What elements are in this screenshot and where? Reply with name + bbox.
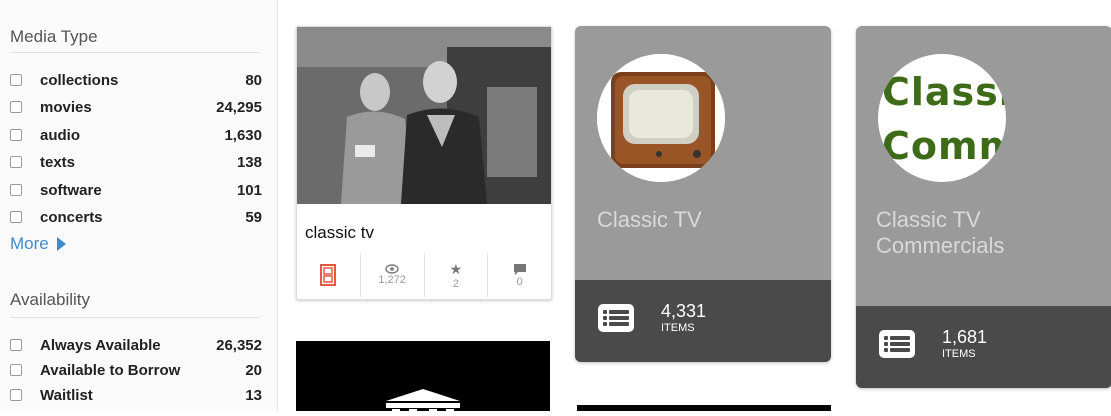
film-icon — [320, 264, 337, 286]
more-label: More — [10, 234, 49, 253]
reviews-count: 0 — [516, 275, 523, 288]
archive-building-icon — [386, 389, 460, 411]
checkbox[interactable] — [10, 364, 22, 376]
collection-title-line1: Classic TV — [876, 207, 981, 232]
collection-avatar — [597, 54, 725, 182]
collection-title[interactable]: Classic TV — [597, 207, 702, 233]
facet-label: collections — [40, 71, 119, 89]
facet-label: software — [40, 181, 102, 199]
item-stats: 1,272 ★ 2 0 — [297, 253, 551, 297]
facet-item-software[interactable]: software 101 — [10, 179, 262, 201]
item-thumbnail[interactable] — [297, 27, 551, 204]
television-image — [597, 54, 725, 182]
reviews-stat: 0 — [487, 253, 551, 297]
facet-item-movies[interactable]: movies 24,295 — [10, 96, 262, 118]
items-label: ITEMS — [942, 348, 976, 360]
facet-label: Waitlist — [40, 386, 93, 404]
facet-count: 80 — [245, 71, 262, 89]
facet-sidebar: Media Type collections 80 movies 24,295 … — [0, 0, 278, 411]
collection-item-count: 4,331 — [661, 301, 707, 321]
item-card[interactable]: classic tv 1,272 ★ 2 0 — [296, 26, 552, 300]
facet-count: 20 — [245, 361, 262, 379]
triangle-right-icon — [56, 237, 66, 251]
item-card[interactable] — [296, 341, 550, 411]
views-count: 1,272 — [378, 274, 406, 286]
facet-item-collections[interactable]: collections 80 — [10, 69, 262, 91]
facet-item-always-available[interactable]: Always Available 26,352 — [10, 334, 262, 356]
favorites-count: 2 — [452, 277, 459, 290]
collection-item-count: 1,681 — [942, 327, 988, 347]
facet-item-available-to-borrow[interactable]: Available to Borrow 20 — [10, 359, 262, 381]
facet-label: Always Available — [40, 336, 161, 354]
media-type-stat — [297, 253, 360, 297]
facet-label: movies — [40, 98, 92, 116]
facet-title-media-type: Media Type — [10, 27, 98, 46]
facet-count: 59 — [245, 208, 262, 226]
facet-count: 1,630 — [224, 126, 262, 144]
item-title[interactable]: classic tv — [305, 223, 374, 243]
facet-count: 24,295 — [216, 98, 262, 116]
more-link[interactable]: More — [10, 234, 66, 254]
checkbox[interactable] — [10, 211, 22, 223]
divider — [10, 317, 260, 318]
list-icon — [598, 304, 634, 332]
logo-text-line2: Comm — [882, 124, 1006, 168]
eye-icon — [385, 264, 399, 274]
facet-count: 26,352 — [216, 336, 262, 354]
divider — [10, 52, 260, 53]
checkbox[interactable] — [10, 156, 22, 168]
facet-label: concerts — [40, 208, 103, 226]
collection-title[interactable]: Classic TV Commercials — [876, 207, 1004, 259]
checkbox[interactable] — [10, 339, 22, 351]
facet-title-availability: Availability — [10, 290, 91, 309]
facet-item-texts[interactable]: texts 138 — [10, 151, 262, 173]
facet-label: texts — [40, 153, 76, 171]
facet-item-waitlist[interactable]: Waitlist 13 — [10, 384, 262, 406]
favorites-stat: ★ 2 — [423, 253, 488, 297]
collection-title-line2: Commercials — [876, 233, 1005, 258]
collection-card[interactable]: Classic TV 4,331 ITEMS — [575, 26, 831, 362]
facet-item-audio[interactable]: audio 1,630 — [10, 124, 262, 146]
star-icon: ★ — [449, 260, 463, 277]
list-icon — [879, 330, 915, 358]
item-card[interactable] — [577, 405, 831, 411]
tv-still-image — [297, 27, 551, 204]
facet-item-concerts[interactable]: concerts 59 — [10, 206, 262, 228]
checkbox[interactable] — [10, 129, 22, 141]
facet-count: 101 — [236, 181, 262, 199]
checkbox[interactable] — [10, 101, 22, 113]
checkbox[interactable] — [10, 184, 22, 196]
collection-avatar: Classi Comm — [878, 54, 1006, 182]
collection-footer: 4,331 ITEMS — [575, 280, 831, 362]
views-stat: 1,272 — [359, 253, 424, 297]
collection-footer: 1,681 ITEMS — [856, 306, 1111, 388]
logo-text-line1: Classi — [882, 70, 1006, 114]
checkbox[interactable] — [10, 74, 22, 86]
comment-icon — [513, 263, 526, 275]
items-label: ITEMS — [661, 322, 695, 334]
facet-count: 13 — [245, 386, 262, 404]
collection-card[interactable]: Classi Comm Classic TV Commercials 1,681… — [856, 26, 1111, 388]
facet-label: Available to Borrow — [40, 361, 181, 379]
checkbox[interactable] — [10, 389, 22, 401]
facet-count: 138 — [236, 153, 262, 171]
facet-label: audio — [40, 126, 80, 144]
